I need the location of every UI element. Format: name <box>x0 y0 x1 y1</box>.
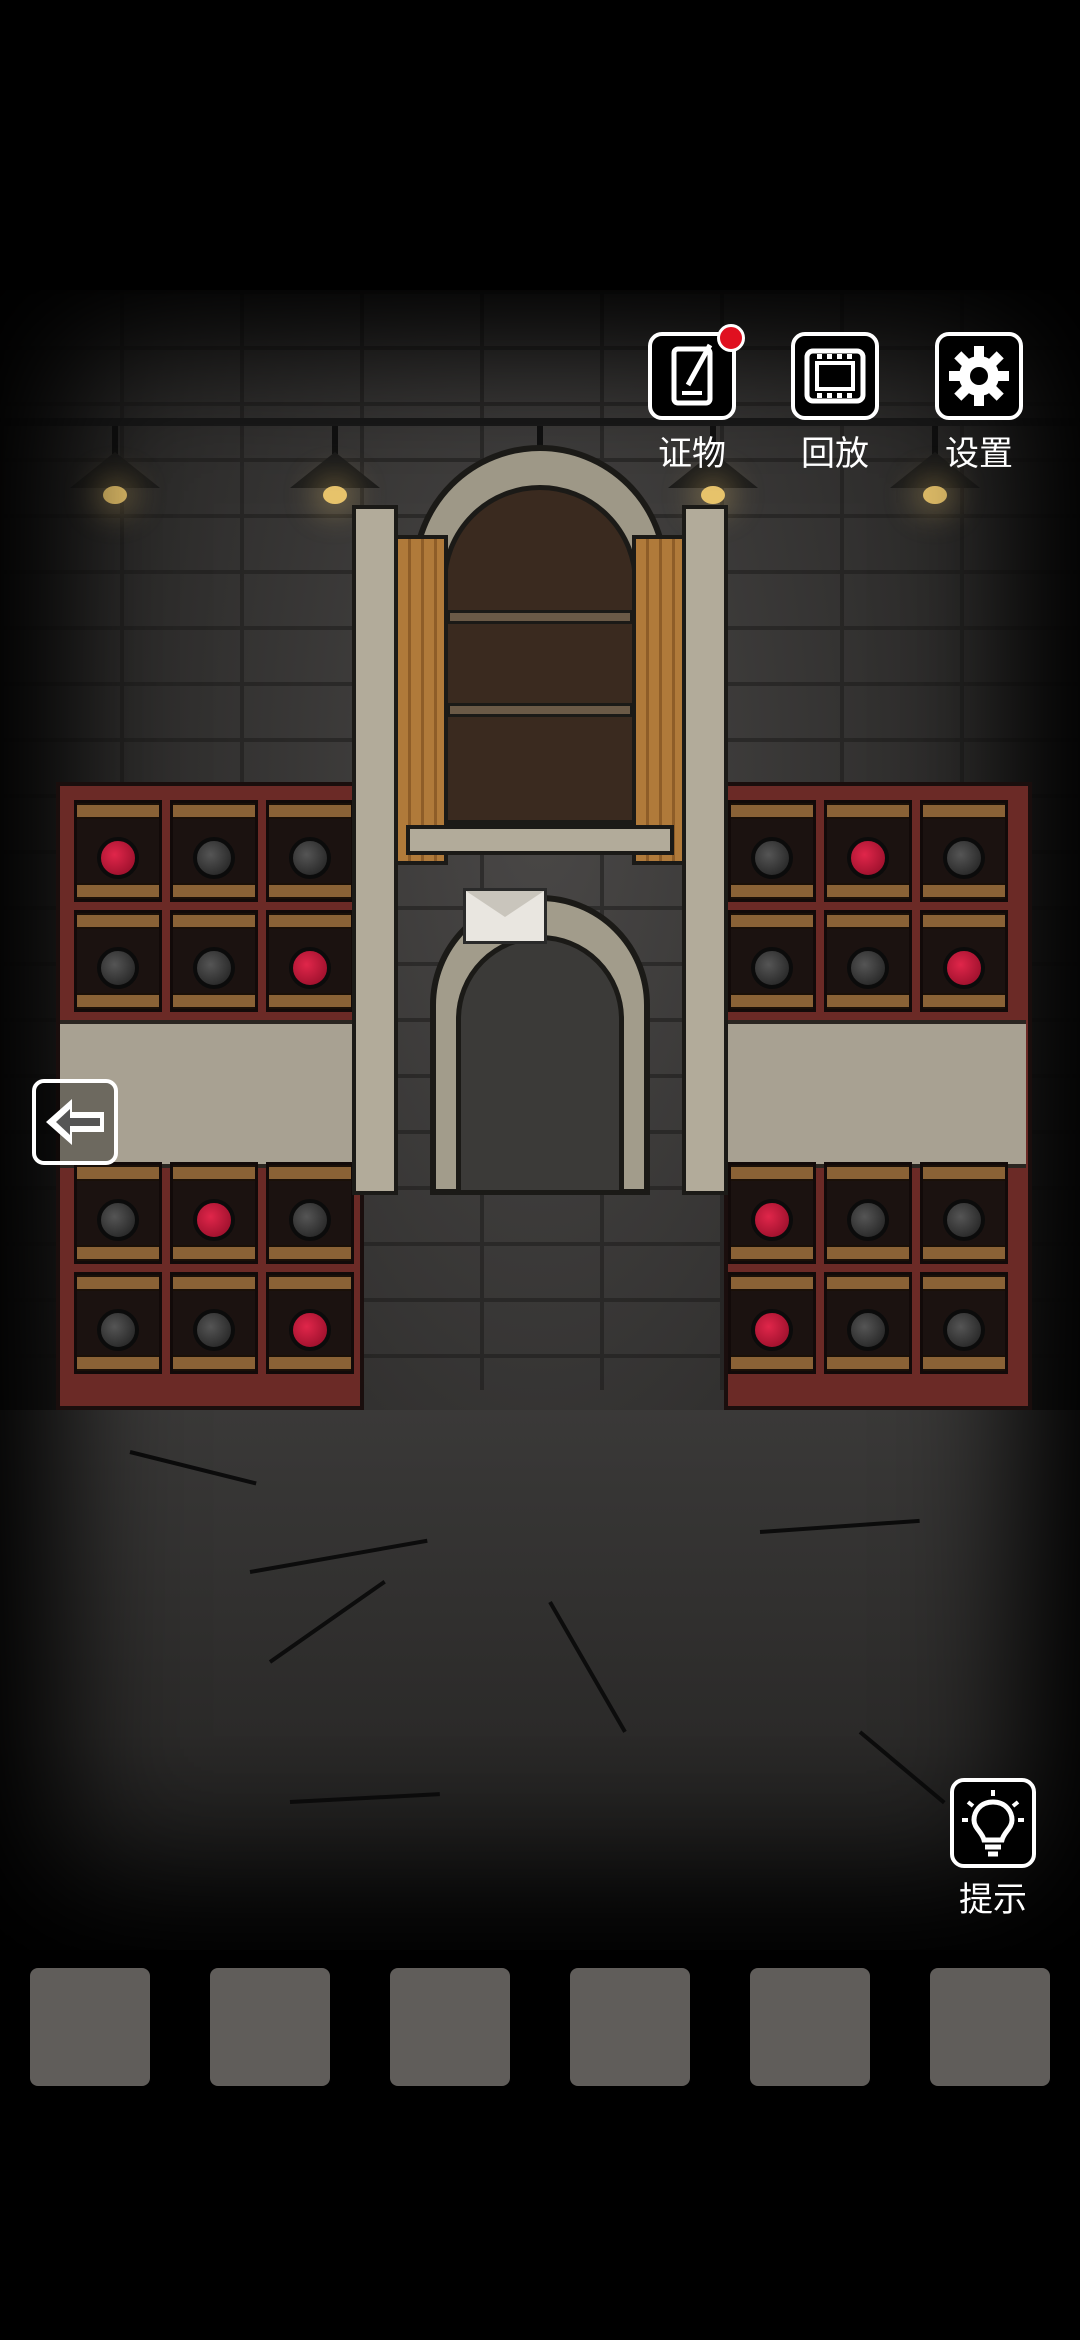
red-wine-bottle[interactable] <box>289 947 331 989</box>
rack-cell[interactable] <box>74 910 162 1012</box>
lower-archway[interactable] <box>456 935 624 1195</box>
red-wine-bottle[interactable] <box>847 837 889 879</box>
inventory-slot[interactable] <box>210 1968 330 2086</box>
rack-cell[interactable] <box>920 1162 1008 1264</box>
rack-cell[interactable] <box>824 1272 912 1374</box>
hint-button[interactable] <box>950 1778 1036 1868</box>
niche-shelf <box>447 610 633 624</box>
inventory-slot[interactable] <box>390 1968 510 2086</box>
left-pillar <box>352 505 398 1195</box>
red-wine-bottle[interactable] <box>751 1199 793 1241</box>
dark-wine-bottle[interactable] <box>97 1199 139 1241</box>
rack-cell[interactable] <box>266 1272 354 1374</box>
ceiling-lamp <box>70 426 160 504</box>
dark-wine-bottle[interactable] <box>943 837 985 879</box>
rack-cell[interactable] <box>170 1272 258 1374</box>
dark-wine-bottle[interactable] <box>193 1309 235 1351</box>
dark-wine-bottle[interactable] <box>97 947 139 989</box>
niche-shelf <box>447 703 633 717</box>
cabinet-niche[interactable] <box>442 485 638 825</box>
dark-wine-bottle[interactable] <box>751 837 793 879</box>
replay-button[interactable] <box>791 332 879 420</box>
rack-cell[interactable] <box>728 800 816 902</box>
rack-cell[interactable] <box>170 800 258 902</box>
lamp-rail <box>0 418 1080 426</box>
dark-wine-bottle[interactable] <box>193 837 235 879</box>
left-rack-lower <box>74 1162 354 1374</box>
dark-wine-bottle[interactable] <box>847 1309 889 1351</box>
dark-wine-bottle[interactable] <box>289 1199 331 1241</box>
rack-cell[interactable] <box>170 910 258 1012</box>
rack-cell[interactable] <box>824 1162 912 1264</box>
notebook-pen-icon <box>671 343 713 406</box>
rack-cell[interactable] <box>728 910 816 1012</box>
film-strip-icon <box>804 348 866 404</box>
stone-ledge <box>406 825 674 855</box>
dark-wine-bottle[interactable] <box>193 947 235 989</box>
replay-label: 回放 <box>801 434 869 474</box>
evidence-label: 证物 <box>658 434 726 474</box>
red-wine-bottle[interactable] <box>193 1199 235 1241</box>
settings-button[interactable] <box>935 332 1023 420</box>
dark-wine-bottle[interactable] <box>751 947 793 989</box>
right-cabinet-door[interactable] <box>632 535 686 865</box>
rack-cell[interactable] <box>728 1162 816 1264</box>
dark-wine-bottle[interactable] <box>943 1309 985 1351</box>
inventory-slot[interactable] <box>930 1968 1050 2086</box>
rack-cell[interactable] <box>824 910 912 1012</box>
left-cabinet-door[interactable] <box>394 535 448 865</box>
rack-cell[interactable] <box>74 1162 162 1264</box>
dark-wine-bottle[interactable] <box>289 837 331 879</box>
right-rack-upper <box>728 800 1008 1012</box>
inventory-slot[interactable] <box>30 1968 150 2086</box>
rack-cell[interactable] <box>170 1162 258 1264</box>
back-button[interactable] <box>32 1079 118 1165</box>
right-pillar <box>682 505 728 1195</box>
inventory-slot[interactable] <box>750 1968 870 2086</box>
rack-cell[interactable] <box>920 800 1008 902</box>
arrow-left-icon <box>46 1099 104 1145</box>
cracked-floor <box>0 1410 1080 1950</box>
red-wine-bottle[interactable] <box>289 1309 331 1351</box>
rack-cell[interactable] <box>74 800 162 902</box>
gear-icon <box>949 346 1009 406</box>
rack-cell[interactable] <box>74 1272 162 1374</box>
envelope-letter[interactable] <box>463 888 547 944</box>
rack-cell[interactable] <box>920 1272 1008 1374</box>
dark-wine-bottle[interactable] <box>943 1199 985 1241</box>
dark-wine-bottle[interactable] <box>847 947 889 989</box>
dark-wine-bottle[interactable] <box>97 1309 139 1351</box>
rack-cell[interactable] <box>266 910 354 1012</box>
inventory-slot[interactable] <box>570 1968 690 2086</box>
rack-cell[interactable] <box>728 1272 816 1374</box>
rack-cell[interactable] <box>266 800 354 902</box>
red-wine-bottle[interactable] <box>943 947 985 989</box>
left-rack-upper <box>74 800 354 1012</box>
settings-label: 设置 <box>945 434 1013 474</box>
stone-arch-cabinet <box>352 445 728 1205</box>
right-plaster-band <box>728 1020 1026 1168</box>
rack-cell[interactable] <box>266 1162 354 1264</box>
rack-cell[interactable] <box>824 800 912 902</box>
red-wine-bottle[interactable] <box>751 1309 793 1351</box>
rack-cell[interactable] <box>920 910 1008 1012</box>
dark-wine-bottle[interactable] <box>847 1199 889 1241</box>
hint-label: 提示 <box>959 1880 1027 1920</box>
red-wine-bottle[interactable] <box>97 837 139 879</box>
lightbulb-icon <box>962 1790 1024 1857</box>
right-rack-lower <box>728 1162 1008 1374</box>
notification-dot <box>717 324 745 352</box>
